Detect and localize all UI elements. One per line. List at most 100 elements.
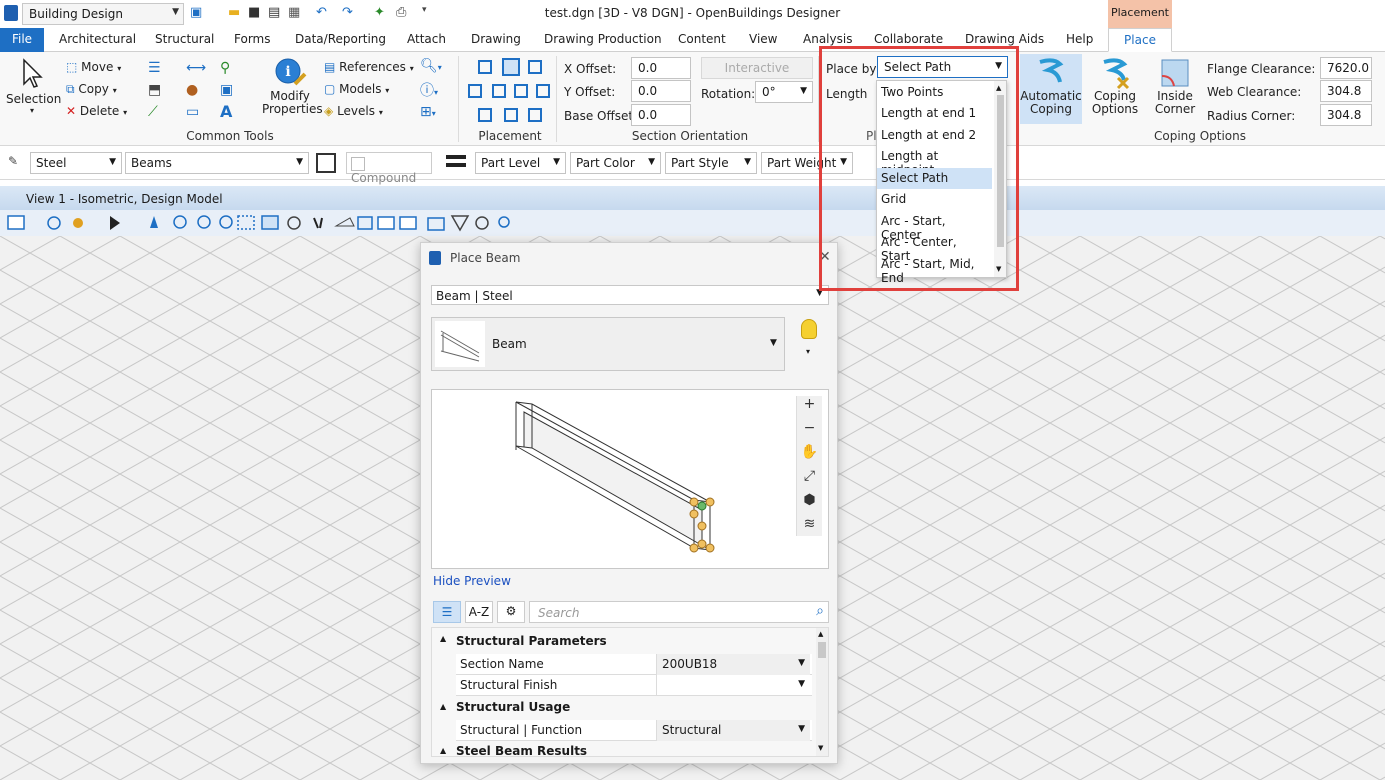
radius-corner-label: Radius Corner: [1207, 109, 1296, 123]
search-icon[interactable]: 🔍︎▾ [420, 58, 442, 74]
automatic-coping-button[interactable]: Automatic Coping [1020, 54, 1082, 124]
tab-view[interactable]: View [749, 28, 777, 52]
coping-options-button[interactable]: Coping Options [1086, 54, 1144, 116]
interactive-button[interactable]: Interactive [701, 57, 813, 79]
flange-clearance-input[interactable]: 7620.0 [1320, 57, 1372, 79]
zoom-out-icon[interactable]: − [797, 420, 822, 444]
line-icon[interactable]: ⟋ [148, 104, 158, 120]
grid-icon[interactable]: ⊞▾ [420, 104, 442, 120]
align-icon[interactable]: ☰ [148, 60, 161, 76]
delete-button[interactable]: ✕ Delete ▾ [66, 104, 127, 118]
layers-icon[interactable]: ≋ [797, 516, 822, 540]
base-offset-input[interactable]: 0.0 [631, 104, 691, 126]
part-color-select[interactable]: Part Color ▼ [570, 152, 661, 174]
search-input[interactable]: Search ⌕ [529, 601, 829, 623]
anchor-bottom-left-icon[interactable] [478, 108, 492, 122]
rotation-select[interactable]: 0° ▼ [755, 81, 813, 103]
part-level-select[interactable]: Part Level ▼ [475, 152, 566, 174]
section-name-select[interactable]: 200UB18 ▼ [656, 654, 810, 675]
dimension-icon[interactable]: ⟷ [186, 60, 206, 76]
radius-corner-input[interactable]: 304.8 [1320, 104, 1372, 126]
level-icon[interactable]: ⚲ [220, 60, 230, 76]
inside-corner-button[interactable]: Inside Corner [1148, 54, 1202, 116]
tab-content[interactable]: Content [678, 28, 726, 52]
anchor-mid-left-icon[interactable] [468, 84, 482, 98]
tab-architectural[interactable]: Architectural [59, 28, 136, 52]
structural-finish-select[interactable]: ▼ [656, 675, 810, 696]
rect-icon[interactable]: ▭ [186, 104, 199, 120]
view-cube-icon[interactable]: ⬢ [797, 492, 822, 516]
models-button[interactable]: ▢ Models ▾ [324, 82, 389, 96]
anchor-top-center-icon[interactable] [502, 58, 520, 76]
search-placeholder: Search [538, 606, 580, 620]
tab-forms[interactable]: Forms [234, 28, 270, 52]
modify-properties-button[interactable]: i Modify Properties [262, 56, 323, 116]
y-offset-input[interactable]: 0.0 [631, 80, 691, 102]
selection-button[interactable]: Selection ▾ [6, 56, 61, 120]
lightbulb-icon[interactable] [801, 319, 817, 339]
move-button[interactable]: ⬚ Move ▾ [66, 60, 121, 74]
collapse-icon[interactable]: ▲ [440, 634, 446, 643]
references-button[interactable]: ▤ References ▾ [324, 60, 414, 74]
weight-line-icon [446, 155, 466, 159]
material-select[interactable]: Steel ▼ [30, 152, 122, 174]
family-value: Beams [131, 156, 172, 170]
anchor-top-left-icon[interactable] [478, 60, 492, 74]
preview-tools: + − ✋ ⤢ ⬢ ≋ [796, 396, 822, 536]
dialog-icon [429, 251, 441, 265]
row-section-name: Section Name 200UB18 ▼ [456, 654, 812, 675]
pan-icon[interactable]: ✋ [797, 444, 822, 468]
doc-icon[interactable]: ▣ [220, 82, 233, 98]
compound-icon[interactable] [316, 153, 336, 173]
beam-preview[interactable]: + − ✋ ⤢ ⬢ ≋ [431, 389, 829, 569]
part-style-select[interactable]: Part Style ▼ [665, 152, 757, 174]
categorized-button[interactable]: ☰ [433, 601, 461, 623]
anchor-center-icon[interactable] [492, 84, 506, 98]
beam-item-select[interactable]: Beam ▼ [431, 317, 785, 371]
anchor-bottom-right-icon[interactable] [528, 108, 542, 122]
search-icon[interactable]: ⌕ [816, 603, 824, 619]
section-name-label: Section Name [460, 657, 544, 671]
sort-az-button[interactable]: A-Z [465, 601, 493, 623]
anchor-top-right-icon[interactable] [528, 60, 542, 74]
scroll-up-icon[interactable]: ▲ [818, 630, 823, 638]
tab-file[interactable]: File [0, 28, 44, 52]
palette-icon[interactable]: ● [186, 82, 198, 98]
scroll-thumb[interactable] [818, 642, 826, 658]
zoom-in-icon[interactable]: + [797, 396, 822, 420]
tab-data-reporting[interactable]: Data/Reporting [295, 28, 386, 52]
frame-icon[interactable]: ⬒ [148, 82, 161, 98]
scroll-down-icon[interactable]: ▼ [818, 744, 823, 752]
beam-type-select[interactable]: Beam | Steel ▼ [431, 285, 829, 305]
section-structural-parameters: Structural Parameters [456, 634, 607, 648]
hide-preview-link[interactable]: Hide Preview [433, 574, 511, 588]
compound-checkbox[interactable]: Compound [346, 152, 432, 185]
beam-preview-graphic [515, 401, 715, 553]
family-select[interactable]: Beams ▼ [125, 152, 309, 174]
x-offset-input[interactable]: 0.0 [631, 57, 691, 79]
tab-structural[interactable]: Structural [155, 28, 214, 52]
tab-place[interactable]: Place [1108, 28, 1172, 52]
filter-icon[interactable]: ⚙ [497, 601, 525, 623]
section-structural-usage: Structural Usage [456, 700, 571, 714]
tab-drawing-production[interactable]: Drawing Production [544, 28, 662, 52]
collapse-icon[interactable]: ▲ [440, 702, 446, 711]
text-icon[interactable]: A [220, 102, 232, 121]
anchor-bottom-center-icon[interactable] [504, 108, 518, 122]
copy-label: Copy [78, 82, 109, 96]
collapse-icon[interactable]: ▲ [440, 746, 446, 755]
anchor-mid-icon[interactable] [514, 84, 528, 98]
beam-type-value: Beam | Steel [436, 289, 513, 303]
scrollbar[interactable]: ▲ ▼ [816, 628, 828, 756]
tab-attach[interactable]: Attach [407, 28, 446, 52]
tab-drawing[interactable]: Drawing [471, 28, 521, 52]
info-icon[interactable]: ⓘ▾ [420, 80, 442, 100]
levels-button[interactable]: ◈ Levels ▾ [324, 104, 383, 118]
anchor-mid-right-icon[interactable] [536, 84, 550, 98]
pin-tool-icon[interactable]: ✎ [8, 154, 18, 168]
fit-icon[interactable]: ⤢ [797, 468, 822, 492]
web-clearance-input[interactable]: 304.8 [1320, 80, 1372, 102]
copy-button[interactable]: ⧉ Copy ▾ [66, 82, 117, 97]
function-select[interactable]: Structural ▼ [656, 720, 810, 741]
tab-help[interactable]: Help [1066, 28, 1093, 52]
